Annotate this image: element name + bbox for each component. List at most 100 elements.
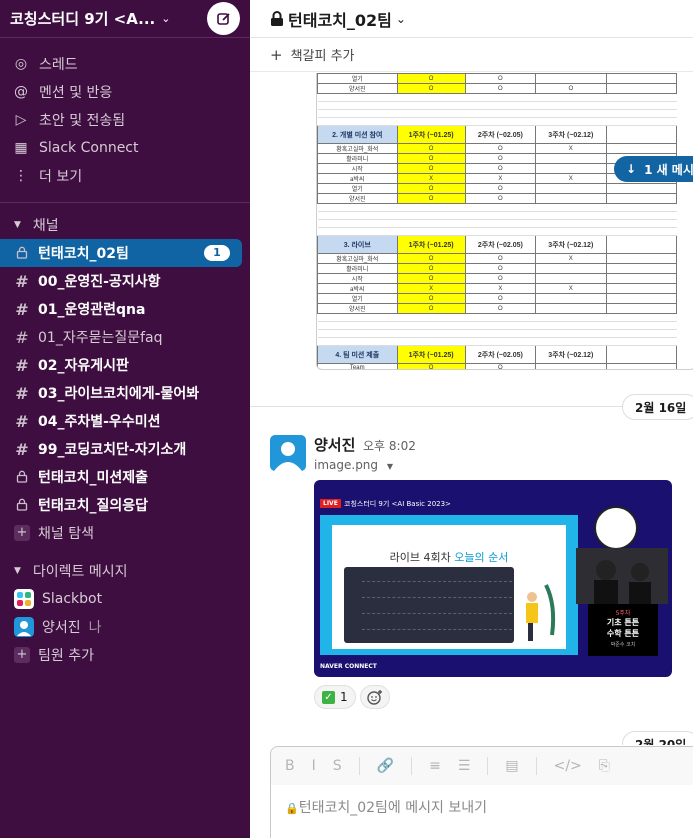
nav-item-at[interactable]: @ 멘션 및 반응 — [0, 78, 250, 106]
file-name[interactable]: image.png ▼ — [314, 458, 393, 472]
browse-channels[interactable]: + 채널 탐색 — [0, 519, 250, 547]
nav-item-send[interactable]: ▷ 초안 및 전송됨 — [0, 106, 250, 134]
bold-icon[interactable]: B — [285, 758, 295, 774]
author-avatar[interactable] — [270, 435, 306, 471]
sheet-cell: 시작 — [317, 163, 398, 174]
date-divider[interactable]: 2월 16일 — [622, 394, 693, 420]
ordered-list-icon[interactable]: ≡ — [429, 758, 441, 774]
dm-self-suffix: 나 — [88, 620, 102, 636]
dm-slackbot[interactable]: Slackbot — [0, 585, 250, 613]
lock-icon: 🔒 — [285, 802, 299, 815]
channel-name: 02_자유게시판 — [38, 358, 129, 374]
message-list[interactable]: 열기 O O 양서진 O O O 2. 개별 미션 참여 1주차 (~01.25) 2주차 (~0… — [250, 73, 693, 745]
bullet-list-icon[interactable]: ☰ — [458, 758, 471, 774]
sheet-cell — [465, 321, 536, 330]
sheet-week: 3주차 (~02.12) — [535, 125, 607, 144]
sheet-cell — [606, 93, 677, 102]
channel-item[interactable]: #02_자유게시판 — [0, 351, 250, 379]
reaction-check[interactable]: ✓ 1 — [314, 685, 356, 709]
sheet-cell — [397, 117, 466, 126]
browse-channels-label: 채널 탐색 — [38, 526, 94, 542]
workspace-name[interactable]: 코칭스터디 9기 <A... — [10, 8, 155, 29]
caret-down-icon[interactable]: ▼ — [14, 220, 21, 230]
chevron-down-icon[interactable]: ⌄ — [396, 12, 406, 26]
nav-item-building[interactable]: ▦ Slack Connect — [0, 134, 250, 162]
link-icon[interactable]: 🔗 — [377, 758, 394, 774]
sheet-cell — [605, 363, 678, 369]
channel-item[interactable]: 턴태코치_미션제출 — [0, 463, 250, 491]
channel-item[interactable]: #01_자주묻는질문faq — [0, 323, 250, 351]
webcam-feed — [576, 548, 668, 604]
nav-item-label: 더 보기 — [39, 169, 83, 185]
add-member[interactable]: + 팀원 추가 — [0, 641, 250, 669]
channel-item[interactable]: #03_라이브코치에게-물어봐 — [0, 379, 250, 407]
sheet-cell — [606, 337, 677, 346]
sheet-cell — [465, 337, 536, 346]
sheet-cell — [317, 101, 398, 110]
sheet-cell — [317, 203, 398, 212]
hash-icon: # — [15, 383, 29, 403]
nav-item-threads[interactable]: ◎ 스레드 — [0, 50, 250, 78]
message-composer[interactable]: B I S 🔗 ≡ ☰ ▤ </> ⎘ 🔒턴태코치_02팀에 메시지 보내기 — [270, 746, 693, 838]
date-divider-2[interactable]: 2월 20일 — [622, 731, 693, 745]
caret-down-icon[interactable]: ▼ — [387, 462, 393, 471]
add-bookmark-button[interactable]: + 책갈피 추가 — [250, 38, 693, 72]
workspace-header[interactable]: 코칭스터디 9기 <A... ⌄ — [0, 0, 250, 38]
chevron-down-icon[interactable]: ⌄ — [161, 12, 170, 25]
sheet-cell: 활라미니 — [317, 153, 398, 164]
sheet-row: 황혹고실마_화석 O O X — [317, 143, 678, 154]
file-name-label: image.png — [314, 458, 379, 472]
hash-icon: # — [15, 327, 29, 347]
channel-title[interactable]: 턴태코치_02팀 — [288, 7, 392, 31]
sheet-cell: 열기 — [317, 293, 398, 304]
compose-icon — [216, 12, 230, 25]
caret-down-icon[interactable]: ▼ — [14, 566, 21, 576]
sheet-cell: O — [464, 303, 537, 314]
message-time[interactable]: 오후 8:02 — [363, 437, 416, 454]
channels-section-header[interactable]: ▼ 채널 — [0, 211, 250, 239]
slide-inner: 라이브 4회차 오늘의 순서 — [332, 525, 566, 649]
code-icon[interactable]: </> — [554, 758, 582, 774]
blockquote-icon[interactable]: ▤ — [505, 758, 518, 774]
channel-item[interactable]: #04_주차별-우수미션 — [0, 407, 250, 435]
spreadsheet-image[interactable]: 열기 O O 양서진 O O O 2. 개별 미션 참여 1주차 (~01.25) 2주차 (~0… — [316, 73, 693, 370]
channel-header[interactable]: 턴태코치_02팀 ⌄ — [250, 0, 693, 38]
sheet-cell: 양서진 — [317, 83, 398, 94]
channel-item[interactable]: 턴태코치_02팀 1 — [0, 239, 242, 267]
strikethrough-icon[interactable]: S — [333, 758, 342, 774]
sheet-cell — [535, 273, 607, 284]
image-thumbnail[interactable]: LIVE 코칭스터디 9기 <AI Basic 2023> 라이브 4회차 오늘… — [314, 480, 672, 677]
message-input[interactable]: 🔒턴태코치_02팀에 메시지 보내기 — [271, 785, 693, 829]
people-icon — [594, 560, 651, 604]
sheet-cell — [535, 117, 607, 126]
dm-section-header[interactable]: ▼ 다이렉트 메시지 — [0, 557, 250, 585]
channel-item[interactable]: #00_운영진-공지사항 — [0, 267, 250, 295]
sheet-cell — [397, 101, 466, 110]
sheet-cell — [535, 101, 607, 110]
new-messages-button[interactable]: ↓ 1 새 메시 — [614, 156, 693, 182]
sheet-cell — [535, 163, 607, 174]
channel-item[interactable]: #99_코딩코치단-자기소개 — [0, 435, 250, 463]
nav-item-more[interactable]: ⋮ 더 보기 — [0, 162, 250, 190]
italic-icon[interactable]: I — [312, 758, 316, 774]
sheet-cell — [606, 109, 677, 118]
add-reaction-button[interactable] — [360, 685, 390, 709]
compose-button[interactable] — [207, 2, 240, 35]
code-block-icon[interactable]: ⎘ — [599, 758, 610, 774]
sheet-cell — [535, 227, 607, 236]
sheet-cell — [606, 329, 677, 338]
sheet-cell: O — [535, 83, 607, 94]
sheet-cell — [317, 329, 398, 338]
message-author[interactable]: 양서진 — [314, 434, 355, 455]
dm-self[interactable]: 양서진 나 — [0, 613, 250, 641]
nameplate-coach: 박준수 코치 — [610, 642, 636, 648]
sheet-cell — [535, 329, 607, 338]
channel-item[interactable]: #01_운영관련qna — [0, 295, 250, 323]
sheet-cell — [317, 337, 398, 346]
sheet-row: Team O O — [317, 363, 678, 369]
channel-item[interactable]: 턴태코치_질의응답 — [0, 491, 250, 519]
lock-icon — [271, 10, 283, 26]
channel-name: 턴태코치_질의응답 — [38, 498, 149, 514]
sheet-cell: 열기 — [317, 73, 398, 84]
sheet-week: 1주차 (~01.25) — [396, 125, 466, 144]
